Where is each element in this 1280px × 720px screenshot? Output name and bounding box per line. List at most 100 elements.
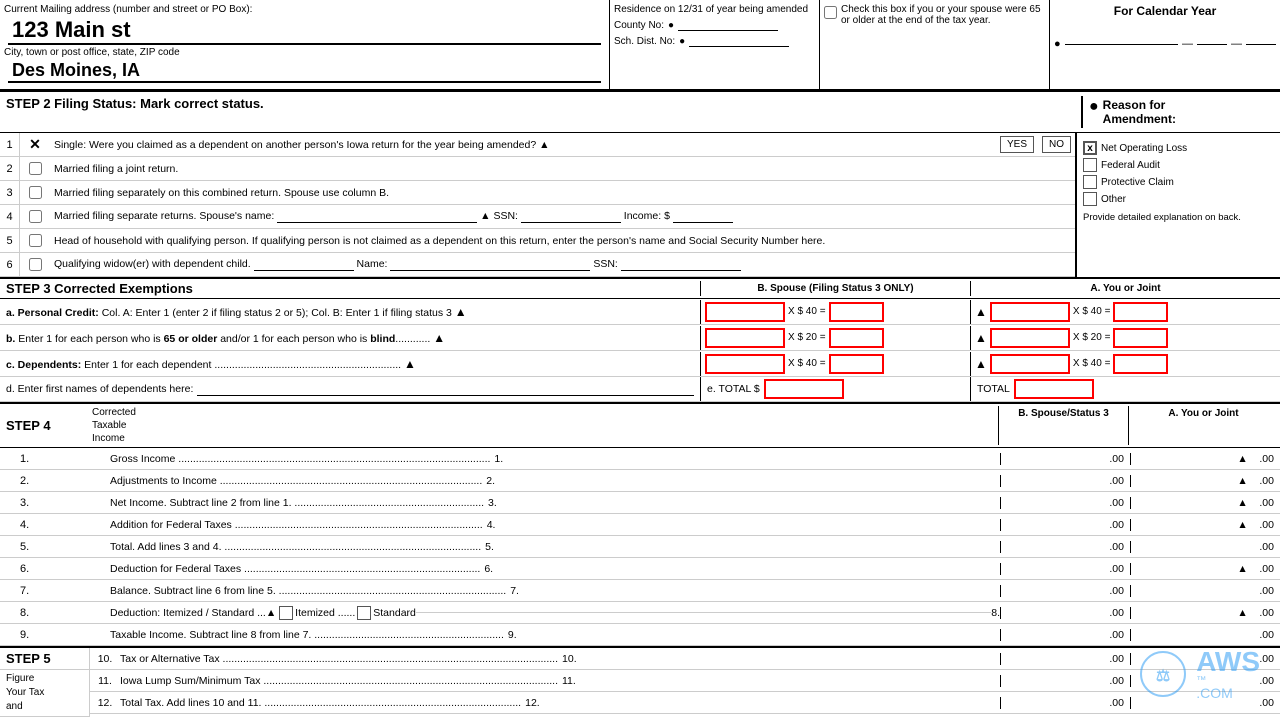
row4-check[interactable] — [20, 210, 50, 223]
row6-checkbox[interactable] — [29, 258, 42, 271]
step3-a-c-multiplier: X $ 40 = — [1073, 358, 1111, 369]
row1-b: .00 — [1000, 453, 1130, 465]
row5-checkbox[interactable] — [29, 234, 42, 247]
row9-sub-num: 9. — [20, 629, 110, 641]
row8-standard-cb[interactable] — [357, 606, 371, 620]
step4-row-2: 2. Adjustments to Income ...............… — [0, 470, 1280, 492]
reason-option-protective: Protective Claim — [1083, 175, 1274, 189]
step3-label-c: c. Dependents: Enter 1 for each dependen… — [0, 355, 700, 373]
row2-text: Married filing a joint return. — [50, 161, 1075, 177]
step3-col-b: B. Spouse (Filing Status 3 ONLY) — [700, 281, 970, 296]
step4-sub-line2: Taxable — [92, 419, 178, 432]
row6-text: Qualifying widow(er) with dependent chil… — [50, 256, 1075, 273]
row8-itemized-cb[interactable] — [279, 606, 293, 620]
aws-com: .COM — [1196, 686, 1260, 700]
filing-row-5: 5 Head of household with qualifying pers… — [0, 229, 1075, 253]
protective-label: Protective Claim — [1101, 177, 1174, 188]
step4-row-9: 9. Taxable Income. Subtract line 8 from … — [0, 624, 1280, 646]
row3-check[interactable] — [20, 186, 50, 199]
step3-a-c-input[interactable] — [990, 354, 1070, 374]
row2-label: Adjustments to Income ..................… — [110, 475, 1000, 487]
step4-col-a-label: A. You or Joint — [1128, 406, 1278, 445]
no-box[interactable]: NO — [1042, 136, 1071, 153]
calendar-line: ● — — — [1054, 38, 1276, 50]
step3-b-a-result[interactable] — [829, 302, 884, 322]
aws-text-block: AWS ™ .COM — [1196, 648, 1260, 700]
step3-total-a-area: TOTAL — [970, 377, 1280, 401]
reason-title-line2: Amendment: — [1103, 112, 1176, 126]
row6-check[interactable] — [20, 258, 50, 271]
row2-num: 2 — [0, 157, 20, 180]
row2-checkbox[interactable] — [29, 162, 42, 175]
no-label: NO — [1049, 139, 1064, 150]
row5-check[interactable] — [20, 234, 50, 247]
filing-row-6: 6 Qualifying widow(er) with dependent ch… — [0, 253, 1075, 277]
reason-options: x Net Operating Loss Federal Audit Prote… — [1083, 141, 1274, 206]
step2-body: 1 ✕ Single: Were you claimed as a depend… — [0, 133, 1280, 277]
yes-box[interactable]: YES — [1000, 136, 1034, 153]
step5-row-11: 11. Iowa Lump Sum/Minimum Tax ..........… — [90, 670, 1280, 692]
step3-b-b-input[interactable] — [705, 328, 785, 348]
age-checkbox[interactable] — [824, 6, 837, 19]
calendar-separator2: — — [1231, 38, 1242, 50]
step3-a-a-input[interactable] — [990, 302, 1070, 322]
step3-triangle-b2: ▲ — [975, 331, 987, 345]
row4-num: 4 — [0, 205, 20, 228]
nol-label: Net Operating Loss — [1101, 143, 1187, 154]
other-checkbox[interactable] — [1083, 192, 1097, 206]
row8-a: ▲ .00 — [1130, 607, 1280, 619]
row3-text: Married filing separately on this combin… — [50, 185, 1075, 201]
step3-row-c: c. Dependents: Enter 1 for each dependen… — [0, 351, 1280, 377]
federal-checkbox[interactable] — [1083, 158, 1097, 172]
row6-ssn-val — [621, 258, 741, 271]
step3-b-a-input[interactable] — [705, 302, 785, 322]
step5-subtitle: Figure Your Tax and — [0, 670, 89, 717]
step3-a-a-result[interactable] — [1113, 302, 1168, 322]
row4-ssn-underline — [521, 210, 621, 223]
step3-row-de: d. Enter first names of dependents here:… — [0, 377, 1280, 402]
row1-triangle: ▲ — [539, 139, 549, 151]
step5-section: STEP 5 Figure Your Tax and 10. Tax or Al… — [0, 646, 1280, 717]
step4-subtitle: Corrected Taxable Income — [90, 404, 180, 447]
row4-b: .00 — [1000, 519, 1130, 531]
step3-e-label-b: e. TOTAL $ — [707, 383, 760, 395]
row7-sub-num: 7. — [20, 585, 110, 597]
row3-checkbox[interactable] — [29, 186, 42, 199]
row4-income-label: Income: $ — [624, 210, 670, 222]
row4-checkbox[interactable] — [29, 210, 42, 223]
step3-b-strong: b. — [6, 333, 15, 345]
row3-a: ▲ .00 — [1130, 497, 1280, 509]
step3-b-c-result[interactable] — [829, 354, 884, 374]
county-input[interactable] — [678, 19, 778, 31]
row2-check[interactable] — [20, 162, 50, 175]
row6-ssn-label: SSN: — [593, 258, 618, 270]
step3-label-a: a. Personal Credit: Col. A: Enter 1 (ent… — [0, 303, 700, 321]
sch-input[interactable] — [689, 35, 789, 47]
step3-total-b-input[interactable] — [764, 379, 844, 399]
row1-x-mark: ✕ — [29, 136, 41, 153]
row6-name-underline — [254, 258, 354, 271]
row8-label-text: Deduction: Itemized / Standard ...▲ — [110, 607, 276, 619]
row6-num: 6 — [0, 253, 20, 276]
step4-rows: 1. Gross Income ........................… — [0, 448, 1280, 646]
step2-header-bar: STEP 2 Filing Status: Mark correct statu… — [0, 90, 1280, 133]
step3-b-b-result[interactable] — [829, 328, 884, 348]
step5-title: STEP 5 — [6, 651, 51, 666]
row8-itemized-label: Itemized ...... — [295, 607, 355, 619]
nol-checkbox[interactable]: x — [1083, 141, 1097, 155]
step3-a-c-result[interactable] — [1113, 354, 1168, 374]
row2-sub-num: 2. — [20, 475, 110, 487]
step3-a-b-result[interactable] — [1113, 328, 1168, 348]
row6-label-text: Qualifying widow(er) with dependent chil… — [54, 258, 251, 270]
row3-num: 3 — [0, 181, 20, 204]
filing-row-4: 4 Married filing separate returns. Spous… — [0, 205, 1075, 229]
step3-a-b-input[interactable] — [990, 328, 1070, 348]
step3-inputs-a-b: ▲ X $ 20 = — [970, 326, 1280, 350]
step4-row-1: 1. Gross Income ........................… — [0, 448, 1280, 470]
row8-sub-num: 8. — [20, 607, 110, 619]
row12-num: 12. — [90, 697, 120, 709]
step3-total-a-input[interactable] — [1014, 379, 1094, 399]
row2-a: ▲ .00 — [1130, 475, 1280, 487]
protective-checkbox[interactable] — [1083, 175, 1097, 189]
step3-b-c-input[interactable] — [705, 354, 785, 374]
